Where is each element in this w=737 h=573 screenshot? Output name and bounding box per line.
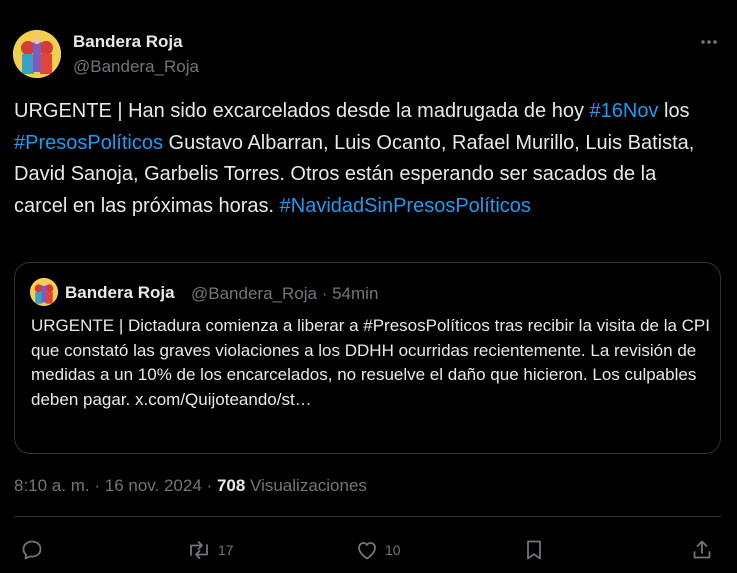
- meta-separator: ·: [321, 284, 328, 303]
- hashtag-link[interactable]: #PresosPolíticos: [14, 132, 163, 154]
- meta-separator: ·: [206, 476, 213, 495]
- share-icon: [690, 538, 714, 562]
- author-avatar[interactable]: [13, 30, 61, 78]
- retweet-icon: [186, 538, 212, 562]
- tweet-meta: 8:10 a. m. · 16 nov. 2024 · 708 Visualiz…: [14, 476, 367, 496]
- hashtag-link[interactable]: #NavidadSinPresosPolíticos: [280, 195, 531, 217]
- like-icon: [355, 538, 379, 562]
- share-button[interactable]: [690, 536, 714, 564]
- quoted-author-handle: @Bandera_Roja: [191, 284, 317, 303]
- tweet-time[interactable]: 8:10 a. m.: [14, 476, 90, 495]
- like-button[interactable]: 10: [355, 536, 401, 564]
- like-count: 10: [385, 542, 401, 558]
- more-options-icon[interactable]: [694, 32, 724, 52]
- meta-separator: ·: [94, 476, 101, 495]
- tweet-card: Bandera Roja @Bandera_Roja URGENTE | Han…: [0, 0, 737, 573]
- quoted-text: URGENTE | Dictadura comienza a liberar a…: [31, 316, 710, 409]
- tweet-text-segment: los: [658, 100, 690, 122]
- tweet-text: URGENTE | Han sido excarcelados desde la…: [14, 96, 714, 222]
- hashtag-link[interactable]: #16Nov: [590, 100, 659, 122]
- tweet-text-segment: URGENTE | Han sido excarcelados desde la…: [14, 100, 590, 122]
- reply-icon: [20, 538, 44, 562]
- quoted-author-avatar: [30, 278, 58, 306]
- bookmark-button[interactable]: [522, 536, 546, 564]
- reply-button[interactable]: [20, 536, 50, 564]
- quoted-author-name: Bandera Roja: [65, 283, 175, 302]
- tweet-date[interactable]: 16 nov. 2024: [105, 476, 202, 495]
- author-name[interactable]: Bandera Roja: [73, 32, 183, 52]
- retweet-count: 17: [218, 542, 234, 558]
- views-label: Visualizaciones: [250, 476, 367, 495]
- quoted-time: 54min: [332, 284, 379, 303]
- bookmark-icon: [522, 538, 546, 562]
- divider: [14, 516, 721, 517]
- quoted-meta: @Bandera_Roja · 54min: [191, 284, 378, 304]
- author-handle[interactable]: @Bandera_Roja: [73, 57, 199, 77]
- quoted-tweet[interactable]: Bandera Roja @Bandera_Roja · 54min URGEN…: [14, 262, 721, 454]
- retweet-button[interactable]: 17: [186, 536, 234, 564]
- views-count: 708: [216, 476, 246, 495]
